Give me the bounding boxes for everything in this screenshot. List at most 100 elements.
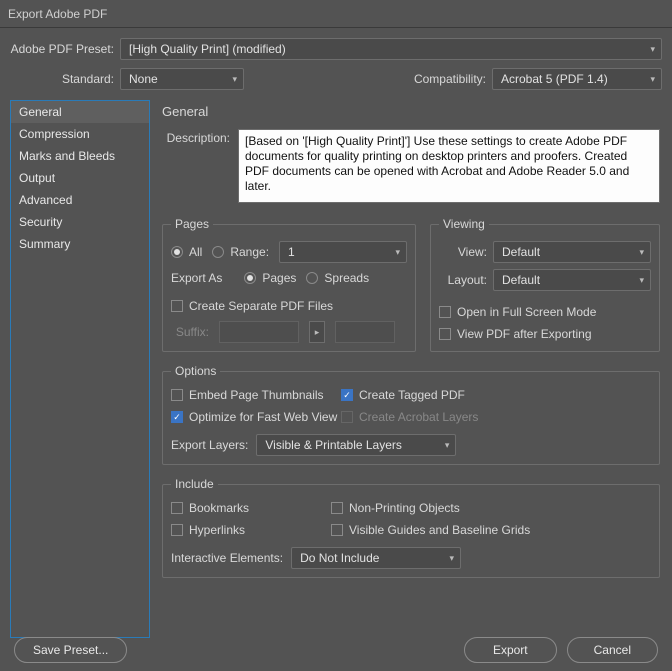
preset-label: Adobe PDF Preset: xyxy=(8,42,120,56)
compatibility-dropdown[interactable]: Acrobat 5 (PDF 1.4) ▾ xyxy=(492,68,662,90)
range-value: 1 xyxy=(288,245,295,259)
export-as-spreads-label: Spreads xyxy=(324,271,369,285)
interactive-elements-dropdown[interactable]: Do Not Include ▾ xyxy=(291,547,461,569)
optimize-label: Optimize for Fast Web View xyxy=(189,410,337,424)
suffix-input xyxy=(219,321,299,343)
suffix-spin: ▸ xyxy=(309,321,325,343)
layout-dropdown[interactable]: Default ▾ xyxy=(493,269,651,291)
standard-dropdown[interactable]: None ▾ xyxy=(120,68,244,90)
interactive-elements-value: Do Not Include xyxy=(300,551,379,565)
standard-label: Standard: xyxy=(8,72,120,86)
options-legend: Options xyxy=(171,364,220,378)
export-layers-label: Export Layers: xyxy=(171,438,248,452)
chevron-down-icon: ▾ xyxy=(437,440,450,451)
bookmarks-checkbox[interactable]: Bookmarks xyxy=(171,501,331,515)
visible-guides-label: Visible Guides and Baseline Grids xyxy=(349,523,530,537)
checkbox-on-icon xyxy=(171,411,183,423)
export-as-pages-label: Pages xyxy=(262,271,296,285)
suffix-preview xyxy=(335,321,395,343)
view-label: View: xyxy=(439,245,493,259)
chevron-down-icon: ▾ xyxy=(642,44,655,55)
sidebar-item-output[interactable]: Output xyxy=(11,167,149,189)
checkbox-disabled-icon xyxy=(341,411,353,423)
pages-group: Pages All Range: 1 ▾ Ex xyxy=(162,217,416,352)
export-layers-value: Visible & Printable Layers xyxy=(265,438,402,452)
compatibility-label: Compatibility: xyxy=(244,72,492,86)
create-separate-checkbox[interactable]: Create Separate PDF Files xyxy=(171,299,333,313)
sidebar-item-summary[interactable]: Summary xyxy=(11,233,149,255)
view-value: Default xyxy=(502,245,540,259)
include-legend: Include xyxy=(171,477,218,491)
checkbox-off-icon xyxy=(331,524,343,536)
bookmarks-label: Bookmarks xyxy=(189,501,249,515)
options-group: Options Embed Page Thumbnails Create Tag… xyxy=(162,364,660,465)
pages-legend: Pages xyxy=(171,217,213,231)
checkbox-on-icon xyxy=(341,389,353,401)
hyperlinks-checkbox[interactable]: Hyperlinks xyxy=(171,523,331,537)
category-sidebar: General Compression Marks and Bleeds Out… xyxy=(10,100,150,638)
window-title: Export Adobe PDF xyxy=(0,0,672,28)
view-after-checkbox[interactable]: View PDF after Exporting xyxy=(439,327,592,341)
optimize-checkbox[interactable]: Optimize for Fast Web View xyxy=(171,410,341,424)
chevron-down-icon: ▾ xyxy=(631,247,644,258)
sidebar-item-compression[interactable]: Compression xyxy=(11,123,149,145)
fullscreen-label: Open in Full Screen Mode xyxy=(457,305,596,319)
description-textarea[interactable]: [Based on '[High Quality Print]'] Use th… xyxy=(238,129,660,203)
export-as-label: Export As xyxy=(171,271,222,285)
view-dropdown[interactable]: Default ▾ xyxy=(493,241,651,263)
acrobat-layers-label: Create Acrobat Layers xyxy=(359,410,478,424)
embed-thumbnails-label: Embed Page Thumbnails xyxy=(189,388,324,402)
fullscreen-checkbox[interactable]: Open in Full Screen Mode xyxy=(439,305,596,319)
create-tagged-checkbox[interactable]: Create Tagged PDF xyxy=(341,388,651,402)
checkbox-off-icon xyxy=(331,502,343,514)
create-separate-label: Create Separate PDF Files xyxy=(189,299,333,313)
standard-value: None xyxy=(129,72,158,86)
radio-off-icon xyxy=(306,272,318,284)
visible-guides-checkbox[interactable]: Visible Guides and Baseline Grids xyxy=(331,523,651,537)
checkbox-off-icon xyxy=(439,306,451,318)
layout-value: Default xyxy=(502,273,540,287)
chevron-down-icon: ▾ xyxy=(642,74,655,85)
layout-label: Layout: xyxy=(439,273,493,287)
create-tagged-label: Create Tagged PDF xyxy=(359,388,465,402)
range-input[interactable]: 1 ▾ xyxy=(279,241,407,263)
panel-title: General xyxy=(162,104,660,129)
hyperlinks-label: Hyperlinks xyxy=(189,523,245,537)
sidebar-item-general[interactable]: General xyxy=(11,101,149,123)
cancel-button[interactable]: Cancel xyxy=(567,637,658,663)
checkbox-off-icon xyxy=(171,300,183,312)
nonprinting-label: Non-Printing Objects xyxy=(349,501,460,515)
chevron-down-icon: ▾ xyxy=(387,247,400,258)
save-preset-button[interactable]: Save Preset... xyxy=(14,637,127,663)
export-as-pages-radio[interactable]: Pages xyxy=(244,271,296,285)
pages-all-label: All xyxy=(189,245,202,259)
description-label: Description: xyxy=(162,129,238,203)
interactive-elements-label: Interactive Elements: xyxy=(171,551,283,565)
compatibility-value: Acrobat 5 (PDF 1.4) xyxy=(501,72,608,86)
view-after-label: View PDF after Exporting xyxy=(457,327,592,341)
pages-all-radio[interactable]: All xyxy=(171,245,202,259)
export-button[interactable]: Export xyxy=(464,637,557,663)
preset-value: [High Quality Print] (modified) xyxy=(129,42,286,56)
export-layers-dropdown[interactable]: Visible & Printable Layers ▾ xyxy=(256,434,456,456)
viewing-legend: Viewing xyxy=(439,217,489,231)
suffix-label: Suffix: xyxy=(171,325,209,339)
acrobat-layers-checkbox: Create Acrobat Layers xyxy=(341,410,651,424)
chevron-down-icon: ▾ xyxy=(224,74,237,85)
embed-thumbnails-checkbox[interactable]: Embed Page Thumbnails xyxy=(171,388,341,402)
checkbox-off-icon xyxy=(171,502,183,514)
radio-on-icon xyxy=(171,246,183,258)
radio-on-icon xyxy=(244,272,256,284)
nonprinting-checkbox[interactable]: Non-Printing Objects xyxy=(331,501,651,515)
viewing-group: Viewing View: Default ▾ Layout: Default … xyxy=(430,217,660,352)
checkbox-off-icon xyxy=(171,524,183,536)
sidebar-item-security[interactable]: Security xyxy=(11,211,149,233)
pages-range-radio[interactable]: Range: xyxy=(212,245,269,259)
sidebar-item-marks-bleeds[interactable]: Marks and Bleeds xyxy=(11,145,149,167)
preset-dropdown[interactable]: [High Quality Print] (modified) ▾ xyxy=(120,38,662,60)
export-as-spreads-radio[interactable]: Spreads xyxy=(306,271,369,285)
radio-off-icon xyxy=(212,246,224,258)
chevron-down-icon: ▾ xyxy=(442,553,455,564)
checkbox-off-icon xyxy=(439,328,451,340)
sidebar-item-advanced[interactable]: Advanced xyxy=(11,189,149,211)
